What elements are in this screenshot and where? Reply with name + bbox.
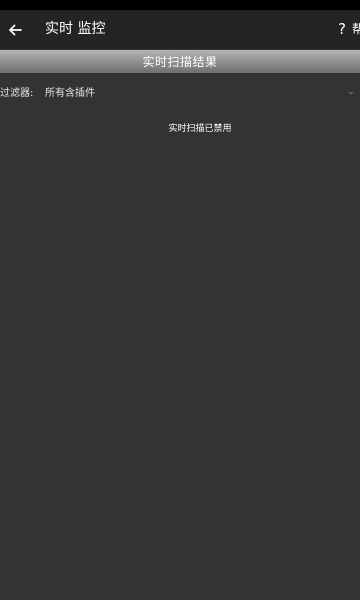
filter-dropdown[interactable]: 所有含插件	[42, 80, 360, 108]
help-button[interactable]: ?	[334, 10, 350, 49]
realtime-scan-status: 实时扫描已禁用	[168, 124, 232, 134]
status-bar	[0, 0, 360, 10]
filter-row: 过滤器: 所有含插件	[0, 80, 360, 108]
arrow-left-icon	[9, 24, 22, 35]
back-button[interactable]	[2, 10, 28, 49]
app-bar: 实时 监控 ? 帮	[0, 10, 360, 49]
results-header-label: 实时扫描结果	[142, 55, 218, 69]
filter-label: 过滤器:	[0, 88, 34, 99]
triangle-down-icon	[348, 92, 354, 95]
overflow-menu-item[interactable]: 帮	[352, 10, 360, 49]
screen: 实时 监控 ? 帮 实时扫描结果 过滤器: 所有含插件 实时扫描已禁用	[0, 0, 360, 600]
filter-selected-value: 所有含插件	[45, 88, 95, 99]
results-header: 实时扫描结果	[0, 50, 360, 73]
app-title: 实时 监控	[45, 21, 106, 37]
